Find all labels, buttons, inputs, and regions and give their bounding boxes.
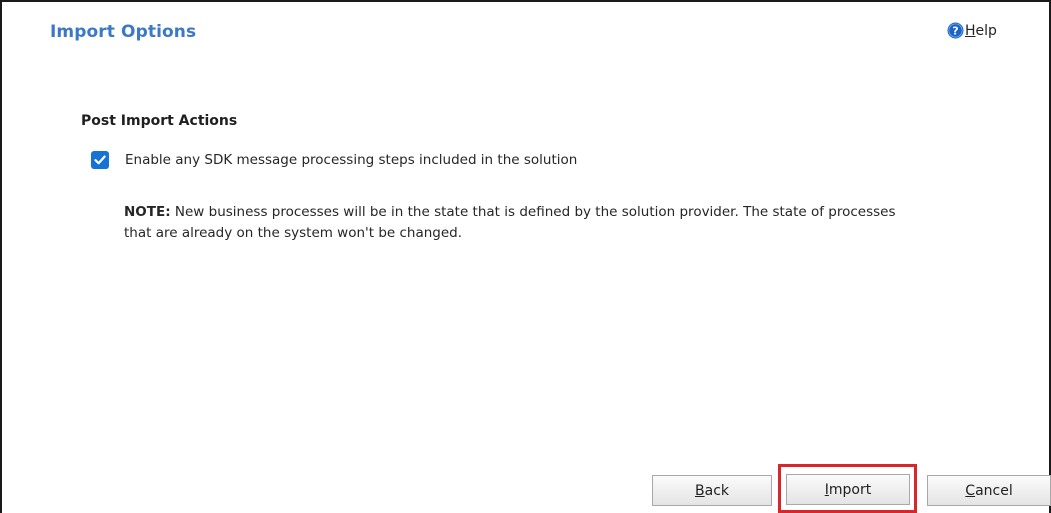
help-label-rest: elp bbox=[975, 22, 997, 39]
page-title: Import Options bbox=[50, 22, 197, 42]
import-options-dialog: Import Options ? Help Post Import Action… bbox=[0, 0, 1051, 513]
sdk-steps-option: Enable any SDK message processing steps … bbox=[91, 151, 577, 169]
enable-sdk-steps-label: Enable any SDK message processing steps … bbox=[125, 152, 578, 168]
back-label-rest: ack bbox=[704, 482, 729, 499]
import-label-rest: mport bbox=[828, 481, 872, 498]
post-import-actions-heading: Post Import Actions bbox=[81, 113, 238, 129]
help-label: Help bbox=[965, 23, 997, 39]
import-button[interactable]: Import bbox=[786, 474, 910, 505]
note-prefix: NOTE: bbox=[124, 204, 171, 220]
cancel-label-rest: ancel bbox=[975, 482, 1013, 499]
cancel-button[interactable]: Cancel bbox=[927, 475, 1051, 506]
svg-text:?: ? bbox=[952, 25, 958, 38]
back-mnemonic: B bbox=[695, 482, 705, 499]
note-text: NOTE: New business processes will be in … bbox=[124, 202, 914, 244]
question-circle-icon: ? bbox=[947, 22, 964, 39]
back-button[interactable]: Back bbox=[652, 475, 772, 506]
help-mnemonic: H bbox=[965, 22, 976, 39]
help-link[interactable]: ? Help bbox=[947, 22, 997, 39]
note-body: New business processes will be in the st… bbox=[124, 204, 896, 241]
cancel-mnemonic: C bbox=[965, 482, 976, 499]
enable-sdk-steps-checkbox[interactable] bbox=[91, 151, 109, 169]
checkmark-icon bbox=[94, 155, 106, 165]
